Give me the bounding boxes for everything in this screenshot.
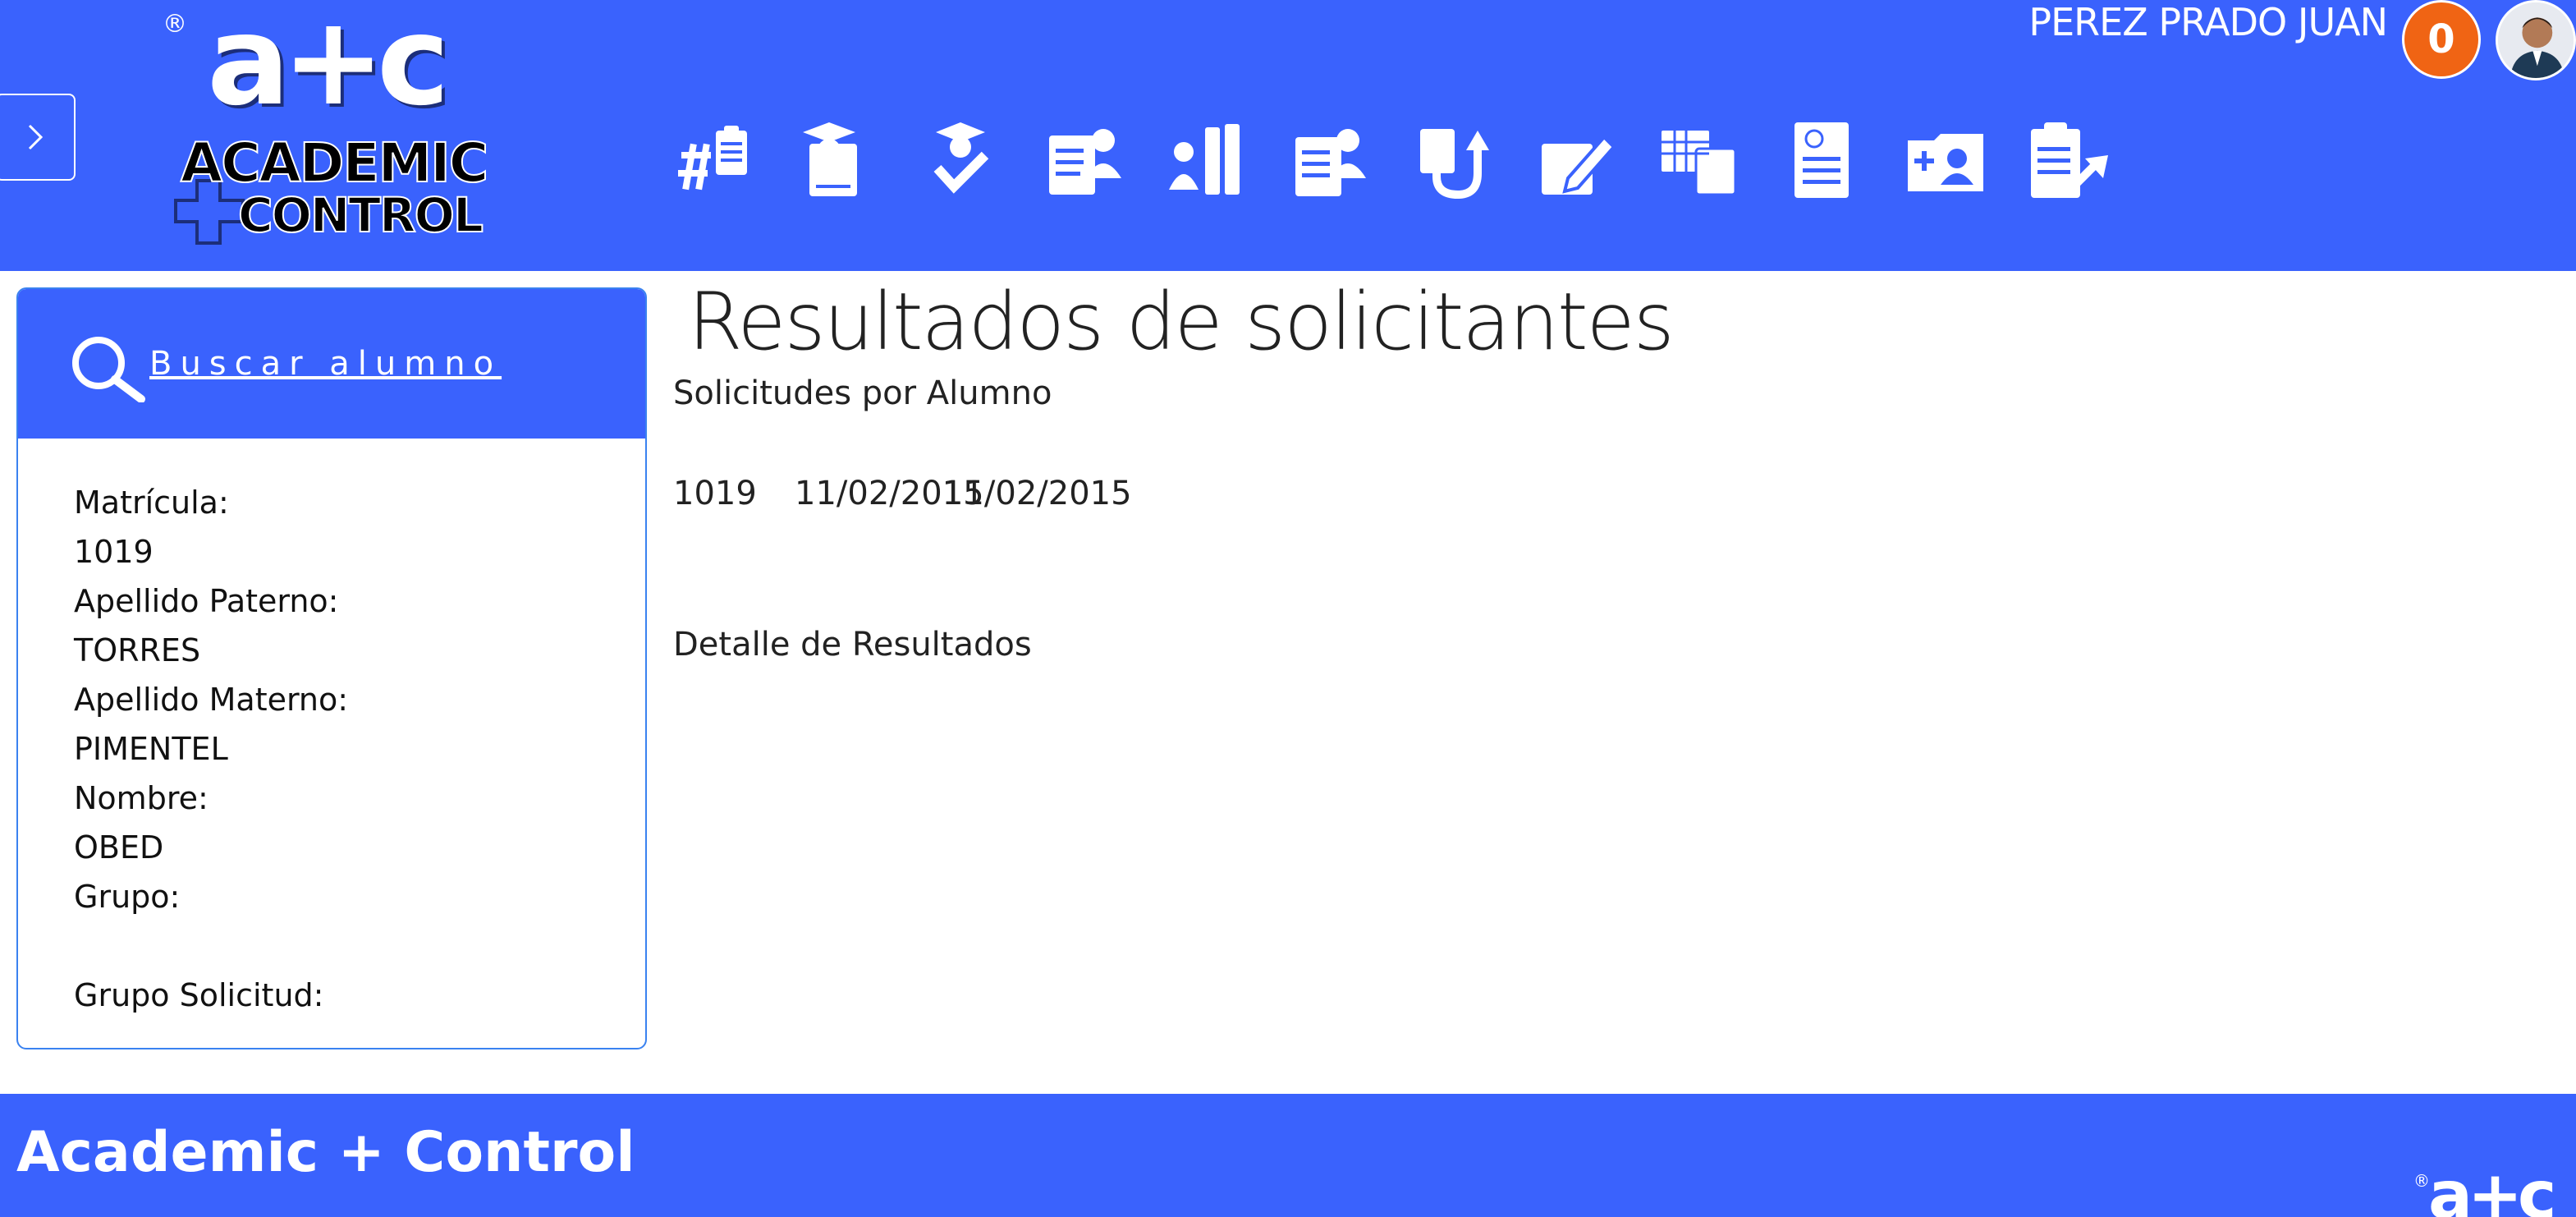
avatar[interactable]	[2496, 0, 2576, 80]
student-search-panel: Buscar alumno Matrícula: 1019 Apellido P…	[16, 287, 647, 1049]
search-icon[interactable]	[66, 332, 148, 402]
table-document-icon[interactable]	[1650, 115, 1749, 205]
footer-logo-mark: a+c	[2428, 1169, 2556, 1217]
field-label-apellido-materno: Apellido Materno:	[74, 682, 349, 718]
menu-toggle-button[interactable]	[0, 94, 76, 181]
user-name[interactable]: PEREZ PRADO JUAN	[2028, 0, 2388, 44]
footer-bar: Academic + Control ® a+c	[0, 1094, 2576, 1217]
user-report-icon[interactable]	[1281, 115, 1379, 205]
hashtag-list-icon[interactable]	[665, 115, 763, 205]
search-student-link[interactable]: Buscar alumno	[149, 345, 502, 383]
requests-by-student-heading: Solicitudes por Alumno	[673, 374, 1052, 412]
field-value-grupo-solicitud	[74, 1020, 348, 1048]
student-details: Matrícula: 1019 Apellido Paterno: TORRES…	[74, 478, 349, 1048]
footer-logo: ® a+c	[2413, 1169, 2561, 1217]
registered-mark-icon: ®	[2413, 1171, 2430, 1191]
document-return-icon[interactable]	[1404, 115, 1502, 205]
logo-line-academic: ACADEMIC	[180, 131, 489, 195]
add-user-folder-icon[interactable]	[1896, 115, 1995, 205]
user-photo-icon	[2498, 2, 2574, 78]
field-label-matricula: Matrícula:	[74, 485, 229, 521]
clipboard-arrow-icon[interactable]	[2019, 115, 2118, 205]
field-value-apellido-materno: PIMENTEL	[74, 731, 228, 767]
grade-document-icon[interactable]	[1773, 115, 1872, 205]
edit-pencil-icon[interactable]	[1527, 115, 1625, 205]
header-bar: ® a+c ACADEMIC CONTROL PEREZ PRADO JUAN …	[0, 0, 2576, 271]
logo-mark: a+c	[207, 0, 450, 133]
field-value-matricula: 1019	[74, 534, 154, 570]
chevron-right-icon	[28, 124, 44, 150]
graduate-document-icon[interactable]	[788, 115, 887, 205]
field-label-apellido-paterno: Apellido Paterno:	[74, 583, 339, 619]
footer-title: Academic + Control	[16, 1120, 635, 1185]
field-value-apellido-paterno: TORRES	[74, 632, 201, 668]
request-id: 1019	[673, 475, 757, 512]
notification-badge[interactable]: 0	[2402, 0, 2481, 79]
field-value-nombre: OBED	[74, 829, 164, 866]
field-value-grupo	[74, 921, 348, 971]
main-navigation	[665, 115, 2118, 205]
graduate-check-icon[interactable]	[911, 115, 1010, 205]
search-panel-header: Buscar alumno	[18, 289, 645, 439]
result-details-heading: Detalle de Resultados	[673, 626, 1032, 664]
documents-user-icon[interactable]	[1034, 115, 1133, 205]
logo-line-control: CONTROL	[237, 186, 484, 244]
academic-control-logo: ® a+c ACADEMIC CONTROL	[156, 0, 489, 246]
request-date-end: 11/02/2015	[942, 475, 1132, 512]
field-label-grupo-solicitud: Grupo Solicitud:	[74, 977, 324, 1013]
user-binders-icon[interactable]	[1157, 115, 1256, 205]
page-title: Resultados de solicitantes	[688, 276, 1675, 368]
field-label-grupo: Grupo:	[74, 879, 181, 915]
field-label-nombre: Nombre:	[74, 780, 209, 816]
registered-mark-icon: ®	[163, 10, 187, 39]
